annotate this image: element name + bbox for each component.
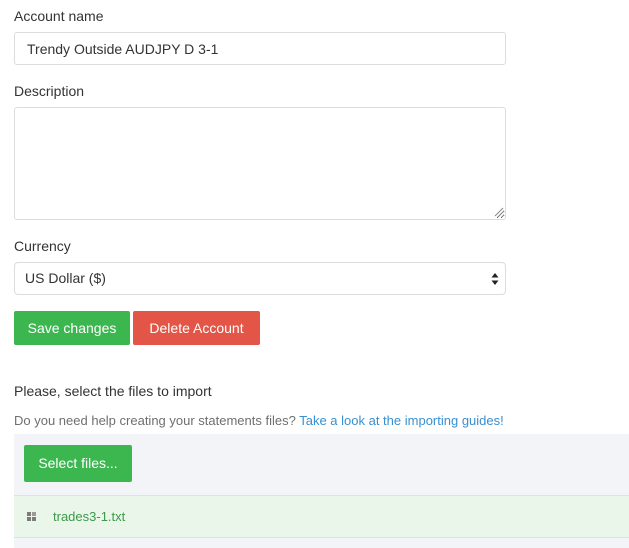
currency-label: Currency — [14, 238, 71, 254]
file-name: trades3-1.txt — [53, 509, 126, 524]
description-textarea[interactable] — [14, 107, 506, 220]
currency-select[interactable]: US Dollar ($) — [14, 262, 506, 295]
importing-guides-link[interactable]: Take a look at the importing guides! — [299, 413, 504, 428]
file-list-item[interactable]: trades3-1.txt — [14, 495, 629, 538]
resize-grip-icon[interactable] — [494, 207, 504, 217]
import-help-text: Do you need help creating your statement… — [14, 413, 296, 428]
select-files-button[interactable]: Select files... — [24, 445, 132, 482]
account-name-input[interactable] — [14, 32, 506, 65]
description-label: Description — [14, 83, 85, 99]
account-name-label: Account name — [14, 8, 104, 24]
delete-account-button[interactable]: Delete Account — [133, 311, 260, 345]
file-grip-icon — [27, 512, 36, 521]
account-settings-page: Account name Description Currency US Dol… — [0, 0, 629, 548]
currency-selected-value: US Dollar ($) — [25, 270, 106, 286]
file-upload-area[interactable]: Select files... trades3-1.txt — [14, 434, 629, 548]
import-title: Please, select the files to import — [14, 383, 212, 399]
save-changes-button[interactable]: Save changes — [14, 311, 130, 345]
import-help-line: Do you need help creating your statement… — [14, 413, 504, 428]
select-updown-icon — [491, 273, 499, 285]
